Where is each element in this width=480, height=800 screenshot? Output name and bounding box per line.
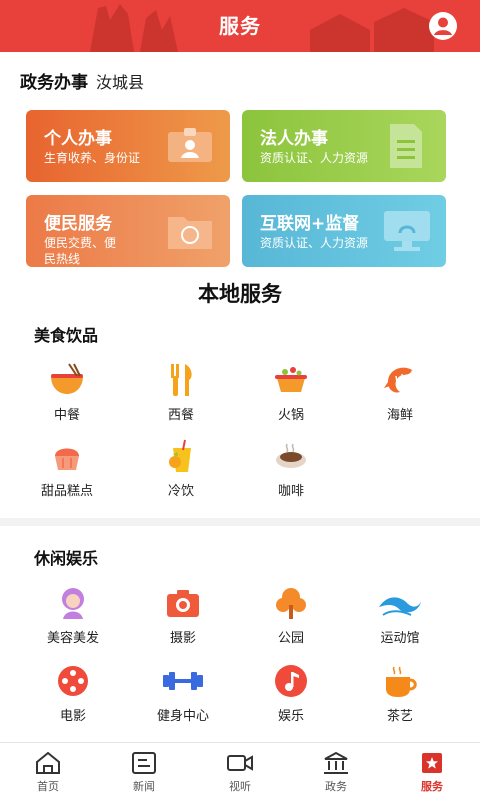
wave-icon [379,597,421,616]
music-note-icon [275,665,307,697]
tab-home[interactable]: 首页 [0,743,96,800]
seafood-item[interactable]: 海鲜 [350,362,450,423]
card-title: 互联网+监督 [260,214,360,234]
card-title: 便民服务 [44,214,112,234]
cold-drink-icon [169,439,191,472]
personal-affairs-card[interactable]: 个人办事 生育收养、身份证 [26,110,230,182]
item-label: 海鲜 [386,408,413,423]
home-icon [36,751,60,774]
gov-affairs-title: 政务办事 [20,73,88,93]
card-subtitle: 资质认证、人力资源 [260,151,369,165]
legal-entity-card[interactable]: 法人办事 资质认证、人力资源 [242,110,446,182]
user-profile-icon[interactable] [428,11,458,41]
item-label: 摄影 [169,631,196,646]
item-label: 茶艺 [386,709,413,724]
item-label: 运动馆 [380,631,420,646]
section-divider [0,518,480,526]
tab-news[interactable]: 新闻 [96,743,192,800]
item-label: 中餐 [53,408,80,423]
hotpot-icon [275,367,307,392]
cupcake-icon [55,448,79,470]
item-label: 公园 [277,631,304,646]
news-icon [132,752,156,774]
gov-affairs-header: 政务办事 汝城县 [20,68,144,93]
service-icon [422,753,442,773]
government-icon [324,751,348,774]
card-title: 法人办事 [260,129,328,149]
tab-label: 新闻 [133,780,155,793]
dessert-item[interactable]: 甜品糕点 [17,438,117,499]
movie-item[interactable]: 电影 [23,663,123,724]
tab-label: 首页 [37,780,59,793]
tab-government[interactable]: 政务 [288,743,384,800]
film-reel-icon [58,666,88,696]
coffee-item[interactable]: 咖啡 [241,438,341,499]
leisure-category-title: 休闲娱乐 [34,549,99,568]
page-title: 服务 [219,14,261,38]
item-label: 健身中心 [156,709,209,724]
card-subtitle: 生育收养、身份证 [44,151,141,165]
tab-service[interactable]: 服务 [384,743,480,800]
beauty-salon-item[interactable]: 美容美发 [23,585,123,646]
western-food-item[interactable]: 西餐 [131,362,231,423]
dumbbell-icon [163,672,203,690]
tab-label: 服务 [421,780,443,793]
item-label: 火锅 [277,408,304,423]
fork-knife-icon [171,364,192,396]
sports-hall-item[interactable]: 运动馆 [350,585,450,646]
food-category-title: 美食饮品 [34,326,99,345]
item-label: 西餐 [167,408,194,423]
card-subtitle: 资质认证、人力资源 [260,236,369,250]
top-header: 服务 [0,0,480,52]
fitness-center-item[interactable]: 健身中心 [133,663,233,724]
item-label: 甜品糕点 [40,484,93,499]
tea-cup-icon [386,666,417,697]
item-label: 电影 [59,709,86,724]
photography-item[interactable]: 摄影 [133,585,233,646]
tree-icon [276,588,306,619]
park-item[interactable]: 公园 [241,585,341,646]
folder-compass-icon [168,217,212,249]
video-icon [227,755,253,771]
card-title: 个人办事 [44,129,112,149]
monitor-icon [384,211,430,251]
convenience-service-card[interactable]: 便民服务 便民交费、便民热线 [26,195,230,267]
tea-art-item[interactable]: 茶艺 [350,663,450,724]
chinese-food-item[interactable]: 中餐 [17,362,117,423]
item-label: 冷饮 [167,484,194,499]
shrimp-icon [384,367,412,393]
id-card-icon [168,128,212,162]
tab-label: 视听 [229,780,251,793]
bottom-tab-bar: 首页 新闻 视听 政务 服务 [0,742,480,800]
hair-salon-icon [62,588,84,619]
tab-video[interactable]: 视听 [192,743,288,800]
coffee-icon [276,443,306,468]
cold-drink-item[interactable]: 冷饮 [131,438,231,499]
camera-icon [167,590,199,617]
local-services-title: 本地服务 [198,282,282,306]
noodle-bowl-icon [51,363,83,394]
hotpot-item[interactable]: 火锅 [241,362,341,423]
location-selector[interactable]: 汝城县 [96,69,144,93]
item-label: 美容美发 [46,631,99,646]
item-label: 咖啡 [277,484,304,499]
tab-label: 政务 [325,780,347,793]
card-subtitle: 便民交费、便民热线 [44,236,117,266]
entertainment-item[interactable]: 娱乐 [241,663,341,724]
internet-supervision-card[interactable]: 互联网+监督 资质认证、人力资源 [242,195,446,267]
document-icon [390,124,422,168]
item-label: 娱乐 [277,709,304,724]
